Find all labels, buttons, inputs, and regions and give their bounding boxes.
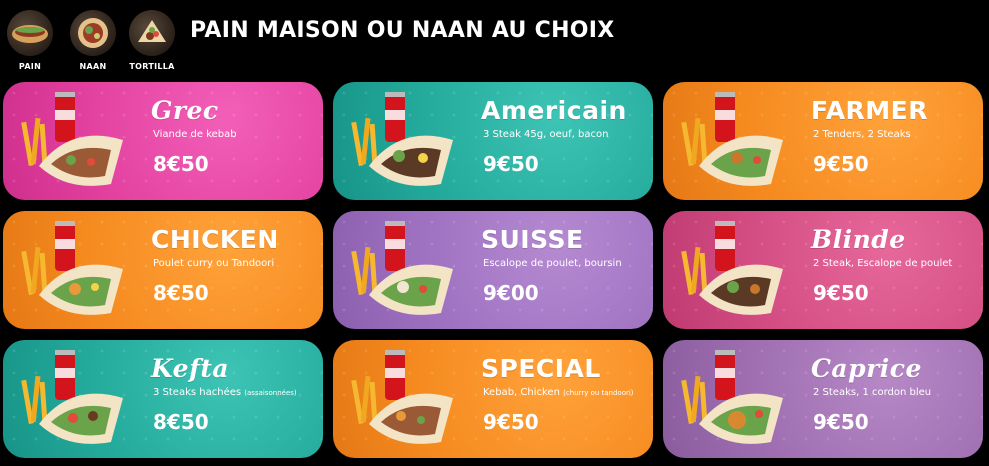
menu-item-name: SUISSE	[481, 225, 584, 254]
menu-item-price: 8€50	[153, 410, 209, 434]
menu-item-name: Americain	[481, 96, 627, 125]
menu-item-description: Kebab, Chicken (churry ou tandoori)	[483, 387, 634, 398]
sandwich-fries-soda-icon	[21, 92, 123, 186]
menu-item-description: Viande de kebab	[153, 129, 237, 140]
menu-item-price: 9€50	[813, 410, 869, 434]
menu-item-price: 9€50	[813, 152, 869, 176]
menu-item-description: 2 Tenders, 2 Steaks	[813, 129, 911, 140]
menu-item-description: Poulet curry ou Tandoori	[153, 258, 275, 269]
menu-item-kefta[interactable]: Kefta 3 Steaks hachées (assaisonnées) 8€…	[3, 340, 323, 458]
menu-item-name: Grec	[151, 96, 219, 125]
menu-item-caprice[interactable]: Caprice 2 Steaks, 1 cordon bleu 9€50	[663, 340, 983, 458]
menu-item-price: 9€50	[483, 152, 539, 176]
menu-item-chicken[interactable]: CHICKEN Poulet curry ou Tandoori 8€50	[3, 211, 323, 329]
menu-item-name: CHICKEN	[151, 225, 279, 254]
menu-item-grec[interactable]: Grec Viande de kebab 8€50	[3, 82, 323, 200]
menu-item-price: 8€50	[153, 281, 209, 305]
menu-item-price: 9€50	[813, 281, 869, 305]
sandwich-fries-soda-icon	[681, 221, 783, 315]
sandwich-fries-soda-icon	[351, 350, 453, 444]
menu-item-name: Blinde	[811, 225, 906, 254]
naan-bread-icon	[70, 10, 116, 56]
sandwich-fries-soda-icon	[21, 221, 123, 315]
sandwich-fries-soda-icon	[21, 350, 123, 444]
menu-item-farmer[interactable]: FARMER 2 Tenders, 2 Steaks 9€50	[663, 82, 983, 200]
menu-item-description: 3 Steaks hachées (assaisonnées)	[153, 387, 297, 398]
menu-header: PAIN NAAN TORTILLA PAIN MAISON OU NAAN A…	[0, 0, 989, 76]
menu-item-price: 9€00	[483, 281, 539, 305]
tortilla-bread-icon	[129, 10, 175, 56]
bread-label-tortilla: TORTILLA	[129, 62, 175, 71]
page-title: PAIN MAISON OU NAAN AU CHOIX	[190, 18, 615, 43]
menu-item-suisse[interactable]: SUISSE Escalope de poulet, boursin 9€00	[333, 211, 653, 329]
pain-bread-icon	[7, 10, 53, 56]
menu-item-name: SPECIAL	[481, 354, 601, 383]
menu-item-name: FARMER	[811, 96, 929, 125]
menu-item-description: Escalope de poulet, boursin	[483, 258, 622, 269]
menu-item-name: Kefta	[151, 354, 230, 383]
menu-item-name: Caprice	[811, 354, 922, 383]
menu-item-blinde[interactable]: Blinde 2 Steak, Escalope de poulet 9€50	[663, 211, 983, 329]
sandwich-fries-soda-icon	[681, 350, 783, 444]
sandwich-fries-soda-icon	[351, 92, 453, 186]
menu-item-special[interactable]: SPECIAL Kebab, Chicken (churry ou tandoo…	[333, 340, 653, 458]
bread-label-pain: PAIN	[18, 62, 42, 71]
menu-item-description: 2 Steak, Escalope de poulet	[813, 258, 953, 269]
menu-item-americain[interactable]: Americain 3 Steak 45g, oeuf, bacon 9€50	[333, 82, 653, 200]
sandwich-fries-soda-icon	[681, 92, 783, 186]
menu-item-price: 8€50	[153, 152, 209, 176]
menu-item-description: 3 Steak 45g, oeuf, bacon	[483, 129, 609, 140]
sandwich-fries-soda-icon	[351, 221, 453, 315]
menu-item-price: 9€50	[483, 410, 539, 434]
bread-label-naan: NAAN	[79, 62, 107, 71]
menu-item-description: 2 Steaks, 1 cordon bleu	[813, 387, 932, 398]
